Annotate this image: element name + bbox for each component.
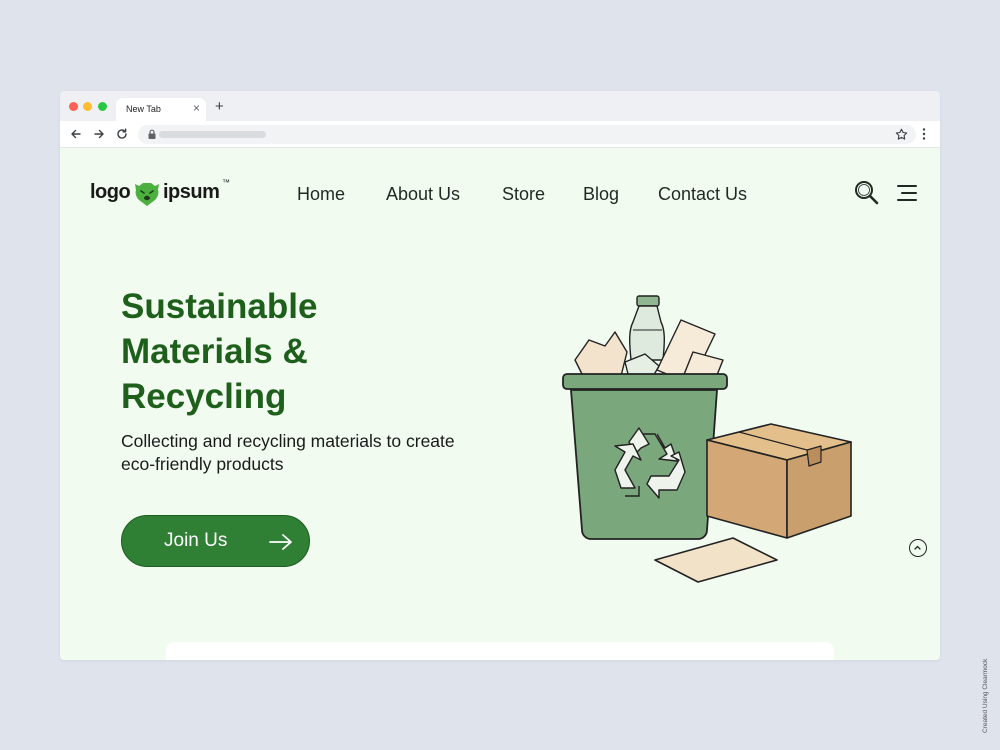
close-window-button[interactable] bbox=[69, 102, 78, 111]
browser-window: New Tab × + logo ipsum ™ Home About Us S… bbox=[60, 91, 940, 660]
logo-text-left: logo bbox=[90, 181, 131, 203]
back-arrow-icon[interactable] bbox=[69, 127, 83, 141]
arrow-right-icon bbox=[269, 534, 292, 550]
cardboard-sheet-shape bbox=[654, 537, 778, 583]
nav-blog[interactable]: Blog bbox=[583, 184, 619, 205]
join-us-button[interactable]: Join Us bbox=[121, 515, 310, 567]
nav-home[interactable]: Home bbox=[297, 184, 345, 205]
tab-bar: New Tab × + bbox=[60, 91, 940, 121]
plastic-bottle-shape bbox=[628, 295, 666, 361]
bookmark-star-icon[interactable] bbox=[895, 128, 908, 141]
search-icon[interactable] bbox=[853, 179, 881, 207]
scroll-to-top-button[interactable] bbox=[909, 539, 927, 557]
content-card-preview bbox=[166, 642, 834, 660]
reload-icon[interactable] bbox=[115, 127, 129, 141]
browser-toolbar bbox=[60, 121, 940, 148]
nav-store[interactable]: Store bbox=[502, 184, 545, 205]
recycling-bin-shape bbox=[562, 373, 728, 540]
hero-title: Sustainable Materials & Recycling bbox=[121, 284, 421, 419]
forward-arrow-icon[interactable] bbox=[92, 127, 106, 141]
site-logo[interactable]: logo ipsum ™ bbox=[90, 178, 230, 208]
address-bar[interactable] bbox=[138, 125, 916, 144]
hero-title-line-1: Sustainable bbox=[121, 287, 318, 326]
nav-about-us[interactable]: About Us bbox=[386, 184, 460, 205]
join-us-label: Join Us bbox=[164, 530, 228, 551]
hero-subtitle: Collecting and recycling materials to cr… bbox=[121, 431, 455, 474]
recycling-illustration bbox=[562, 295, 852, 583]
new-tab-button[interactable]: + bbox=[215, 99, 224, 114]
cardboard-box-shape bbox=[706, 423, 852, 539]
tab-title: New Tab bbox=[126, 104, 161, 114]
nav-contact-us[interactable]: Contact Us bbox=[658, 184, 747, 205]
hero-title-line-2: Materials & bbox=[121, 332, 308, 371]
tab-close-icon[interactable]: × bbox=[193, 101, 200, 115]
browser-tab[interactable]: New Tab × bbox=[116, 98, 206, 121]
hero-title-line-3: Recycling bbox=[121, 377, 287, 416]
web-page: logo ipsum ™ Home About Us Store Blog Co… bbox=[60, 148, 940, 660]
url-placeholder bbox=[159, 131, 266, 138]
logo-text-right: ipsum bbox=[163, 181, 220, 203]
bear-logo-icon bbox=[135, 183, 159, 206]
hamburger-menu-icon[interactable] bbox=[896, 184, 918, 202]
chevron-up-icon bbox=[914, 545, 921, 550]
watermark-credit: Created Using Clearmock bbox=[982, 658, 989, 733]
trademark-mark: ™ bbox=[222, 178, 230, 187]
browser-menu-icon[interactable] bbox=[922, 127, 926, 141]
minimize-window-button[interactable] bbox=[83, 102, 92, 111]
maximize-window-button[interactable] bbox=[98, 102, 107, 111]
lock-icon bbox=[148, 129, 156, 139]
